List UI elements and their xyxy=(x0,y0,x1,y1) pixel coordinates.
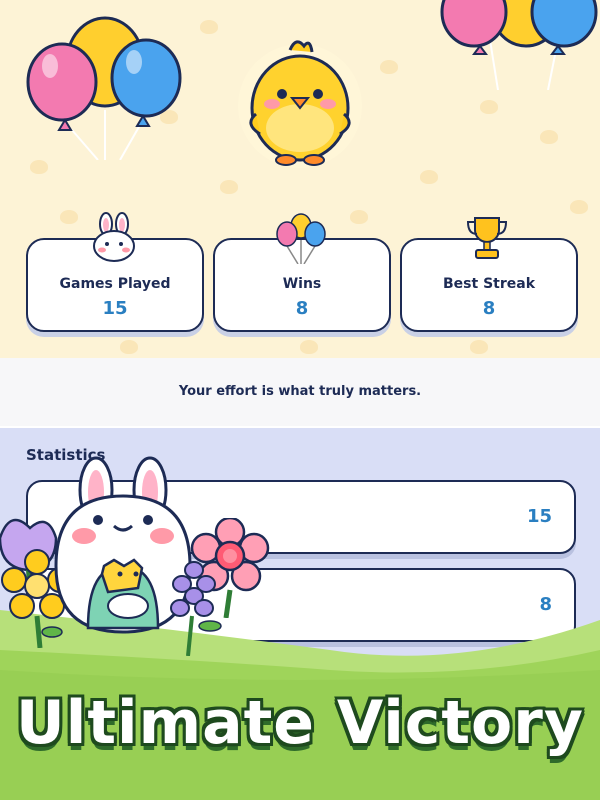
celebration-header: Games Played 15 Wins 8 Best Streak 8 xyxy=(0,0,600,358)
bunny-icon xyxy=(93,212,135,262)
victory-banner-title: Ultimate Victory xyxy=(16,688,584,758)
stat-value: 8 xyxy=(295,298,309,319)
row-value: 15 xyxy=(526,506,552,527)
stat-value: 8 xyxy=(482,298,496,319)
stat-label: Games Played xyxy=(59,276,171,292)
stat-value: 15 xyxy=(102,298,128,319)
chick-mascot-icon xyxy=(238,40,362,168)
lavender-flower-icon xyxy=(170,561,222,656)
balloons-left-icon xyxy=(26,16,182,160)
balloons-right-icon xyxy=(440,0,598,90)
trophy-icon xyxy=(466,217,508,259)
balloons-icon xyxy=(276,213,326,264)
stat-label: Best Streak xyxy=(443,276,535,292)
encouragement-message: Your effort is what truly matters. xyxy=(178,384,422,399)
stat-label: Wins xyxy=(282,276,322,292)
